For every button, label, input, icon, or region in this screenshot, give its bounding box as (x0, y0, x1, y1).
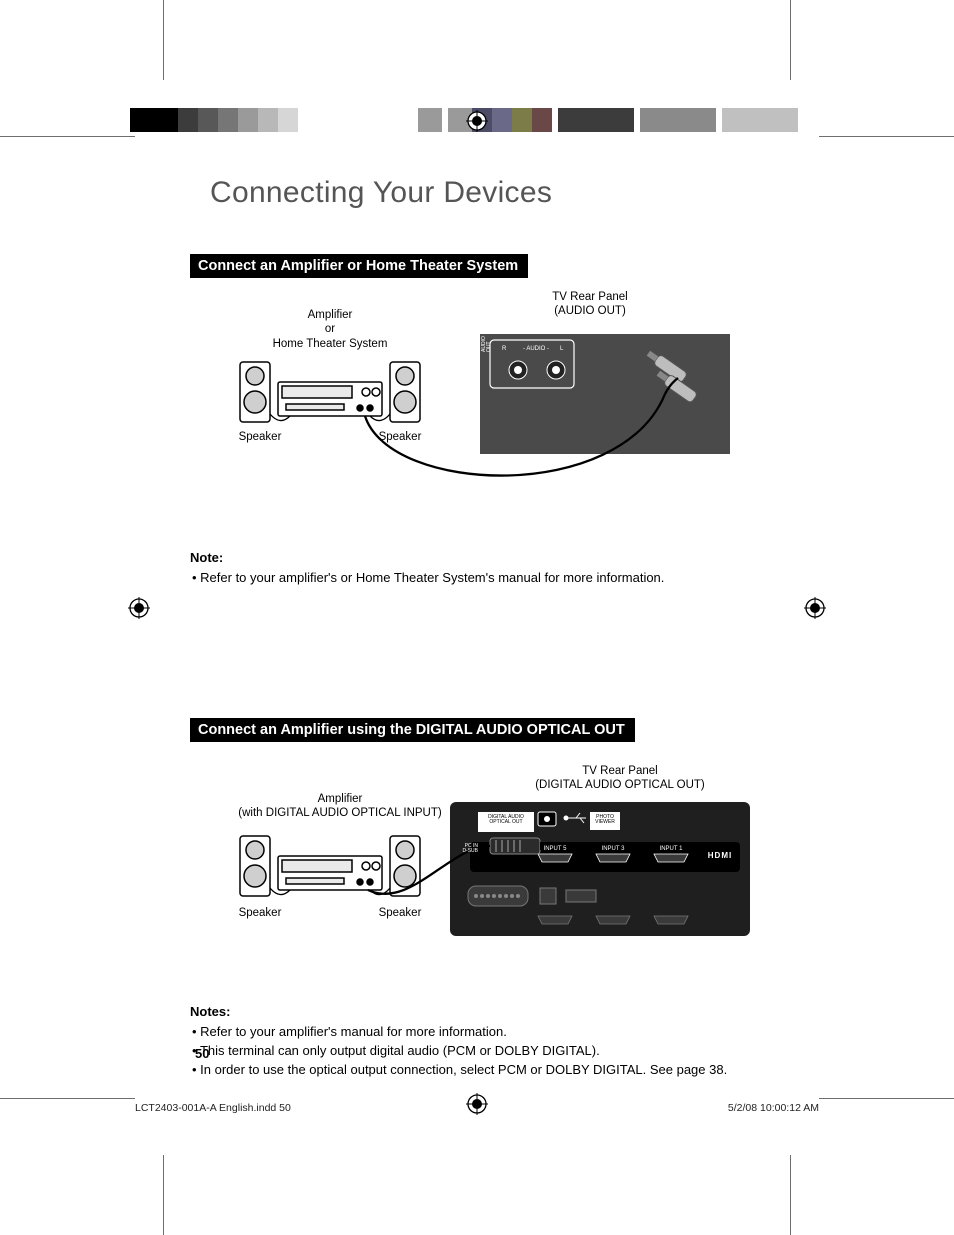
label-amp-optical-input: (with DIGITAL AUDIO OPTICAL INPUT) (238, 807, 441, 819)
registration-mark-icon (466, 110, 488, 132)
print-footer: LCT2403-001A-A English.indd 50 5/2/08 10… (135, 1102, 819, 1114)
port-label-pcin-2: D-SUB (462, 848, 478, 854)
port-label-r: R (502, 346, 506, 352)
crop-mark (790, 1155, 791, 1235)
page-number: 50 (195, 1046, 209, 1061)
registration-mark-icon (804, 597, 826, 619)
footer-filename: LCT2403-001A-A English.indd 50 (135, 1102, 291, 1114)
crop-mark (790, 0, 791, 80)
label-optical-out: (DIGITAL AUDIO OPTICAL OUT) (535, 779, 705, 791)
port-label-input1: INPUT 1 (654, 846, 688, 852)
port-label-photo-2: VIEWER (595, 819, 615, 825)
note-heading: Note: (190, 550, 780, 565)
port-label-input5: INPUT 5 (538, 846, 572, 852)
crop-mark (819, 136, 954, 137)
crop-mark (163, 0, 164, 80)
port-label-optical-2: OPTICAL OUT (489, 819, 522, 825)
label-or: or (325, 323, 335, 335)
label-speaker-right-2: Speaker (370, 906, 430, 920)
registration-mark-icon (128, 597, 150, 619)
port-label-hdmi: HDMI (700, 852, 740, 860)
crop-mark (0, 136, 135, 137)
label-audio-out: (AUDIO OUT) (554, 305, 626, 317)
note-block-2: Notes: Refer to your amplifier's manual … (190, 1004, 780, 1080)
note-item: Refer to your amplifier's or Home Theate… (190, 569, 780, 588)
label-speaker-left: Speaker (230, 430, 290, 444)
label-speaker-right: Speaker (370, 430, 430, 444)
diagram-optical: Amplifier (with DIGITAL AUDIO OPTICAL IN… (190, 768, 750, 968)
footer-timestamp: 5/2/08 10:00:12 AM (728, 1102, 819, 1114)
section-heading-amplifier: Connect an Amplifier or Home Theater Sys… (190, 254, 528, 278)
port-label-audio: - AUDIO - (516, 346, 556, 352)
label-rear-panel-2: TV Rear Panel (582, 765, 657, 777)
page-title: Connecting Your Devices (210, 176, 780, 210)
page-content: Connecting Your Devices Connect an Ampli… (190, 176, 780, 1079)
notes-heading-2: Notes: (190, 1004, 780, 1019)
label-speaker-left-2: Speaker (230, 906, 290, 920)
note-item: This terminal can only output digital au… (190, 1042, 780, 1061)
crop-mark (0, 1098, 135, 1099)
section-heading-optical: Connect an Amplifier using the DIGITAL A… (190, 718, 635, 742)
label-rear-panel: TV Rear Panel (552, 291, 627, 303)
crop-mark (163, 1155, 164, 1235)
port-label-input3: INPUT 3 (596, 846, 630, 852)
crop-mark (819, 1098, 954, 1099)
note-item: Refer to your amplifier's manual for mor… (190, 1023, 780, 1042)
label-home-theater: Home Theater System (273, 338, 388, 350)
port-label-l: L (560, 346, 563, 352)
note-item: In order to use the optical output conne… (190, 1061, 780, 1080)
label-amplifier-2: Amplifier (318, 793, 363, 805)
diagram-amplifier: Amplifier or Home Theater System Speaker… (190, 304, 750, 504)
port-label-audio-out: AUDIO OUT (482, 344, 492, 352)
note-block-1: Note: Refer to your amplifier's or Home … (190, 550, 780, 588)
label-amplifier: Amplifier (308, 309, 353, 321)
